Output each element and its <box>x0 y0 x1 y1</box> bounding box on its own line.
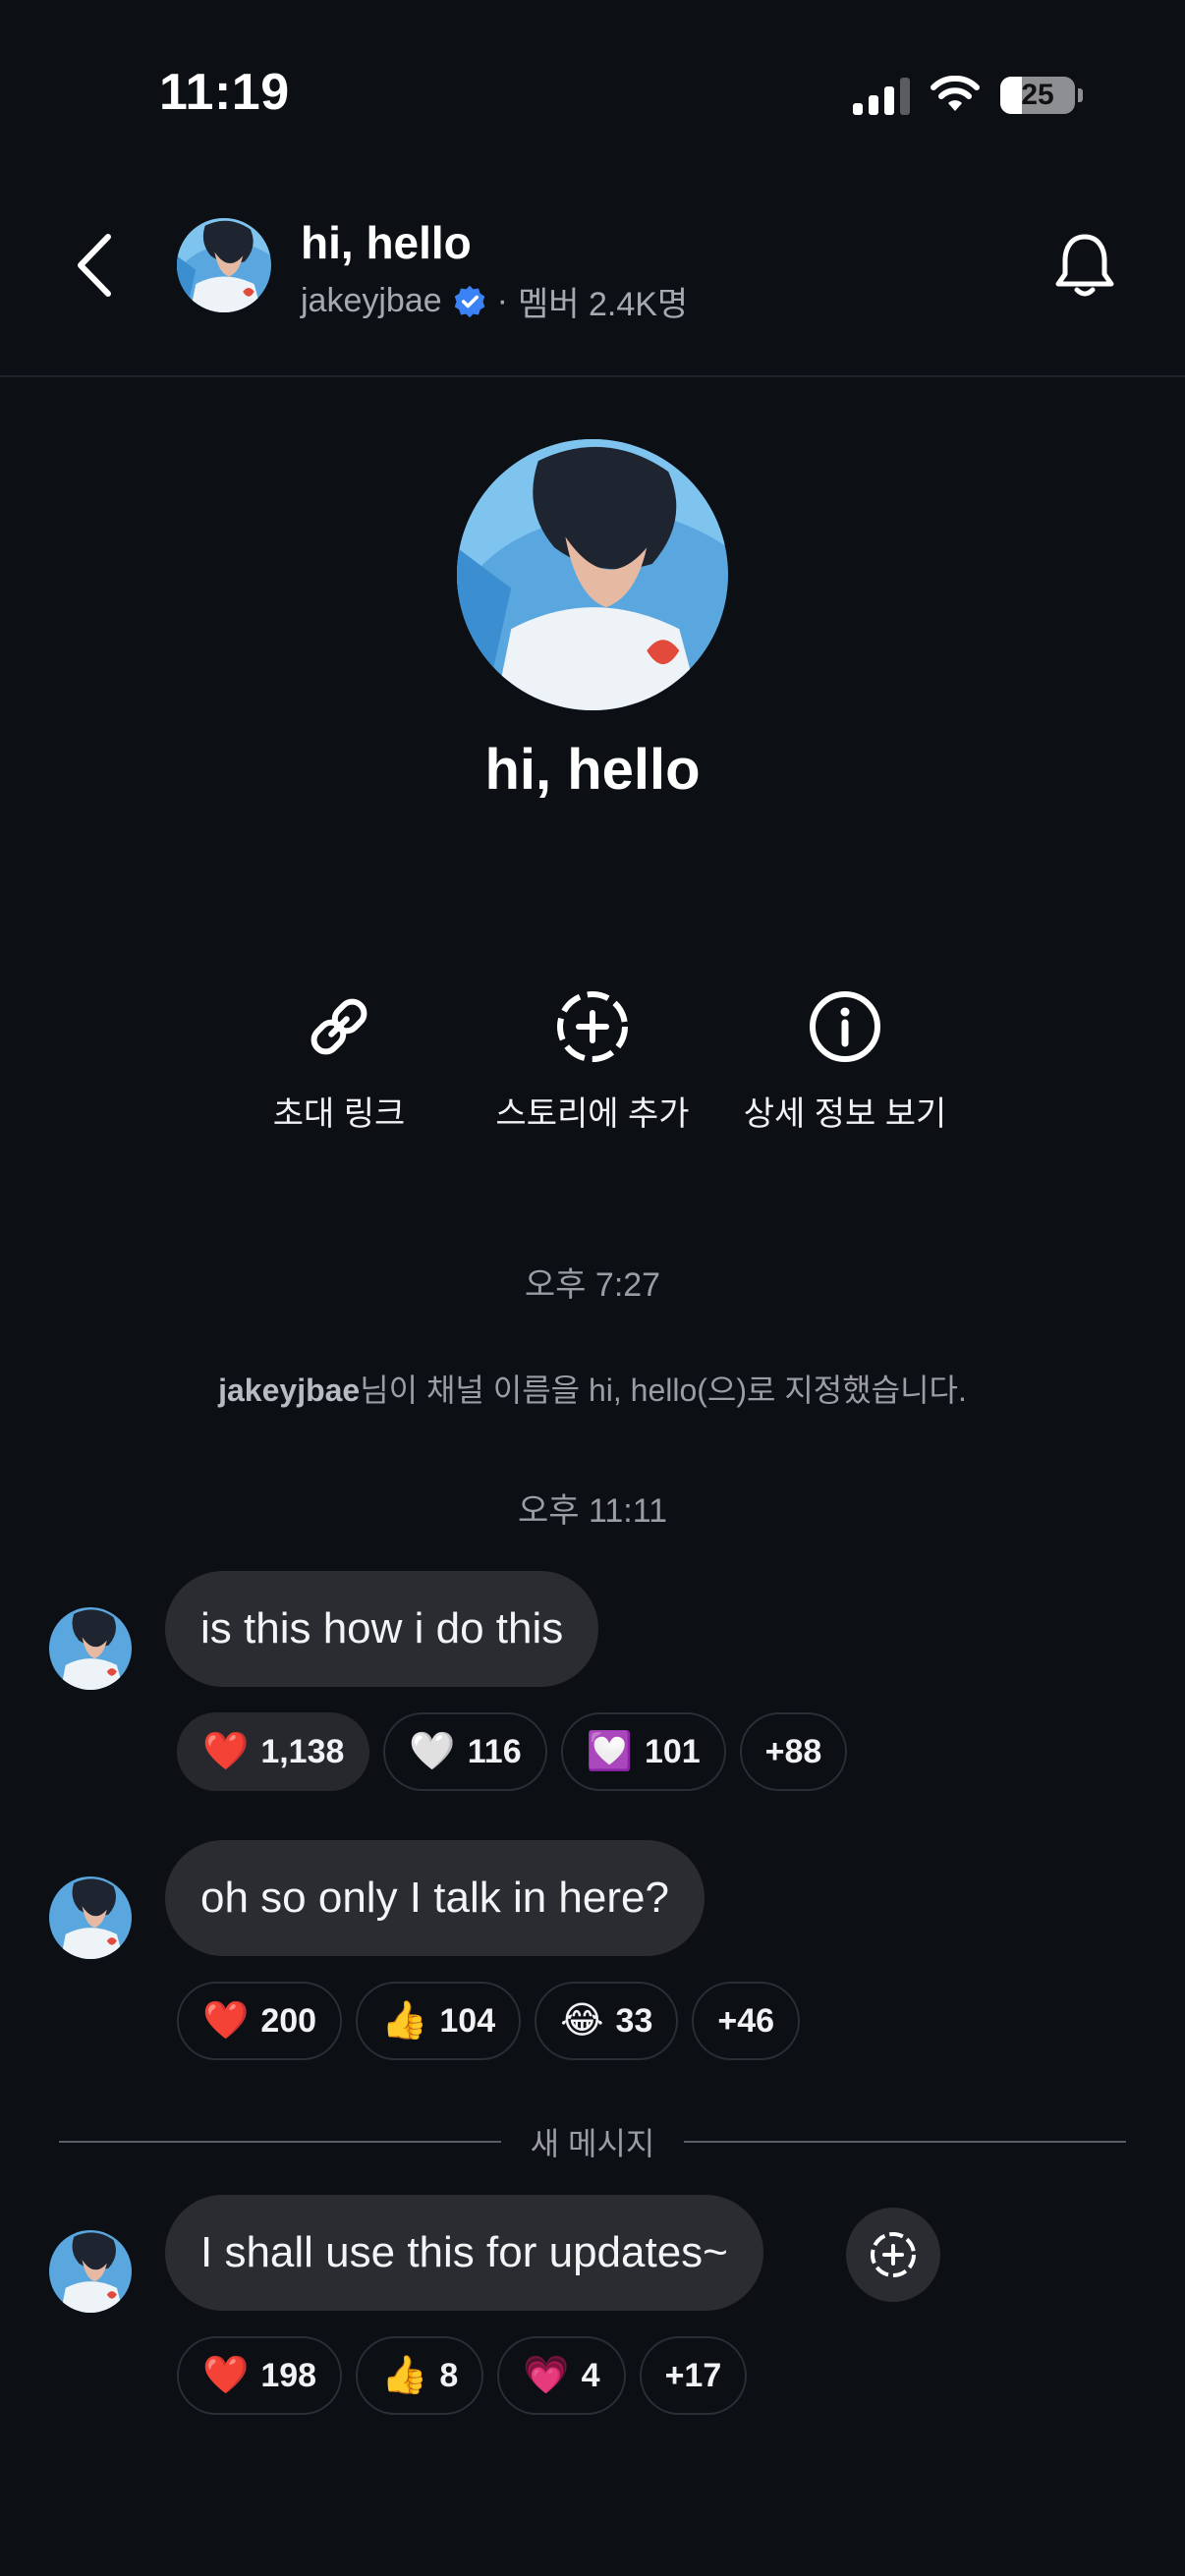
status-bar: 11:19 25 <box>0 0 1185 187</box>
reaction-row: ❤️ 198 👍 8 💗 4 +17 <box>177 2336 748 2415</box>
reaction-pink-heart[interactable]: 💗 4 <box>497 2336 626 2415</box>
subtitle-separator: · <box>496 282 508 319</box>
reaction-heart[interactable]: ❤️ 200 <box>177 1982 343 2060</box>
reaction-more-count: +46 <box>717 2001 775 2040</box>
reaction-laugh[interactable]: 😂 33 <box>535 1982 679 2060</box>
heart-icon: ❤️ <box>202 2355 250 2396</box>
message-bubble[interactable]: oh so only I talk in here? <box>165 1840 705 1956</box>
info-icon <box>810 991 880 1062</box>
add-reaction-button[interactable] <box>846 2208 940 2302</box>
heart-decoration-icon: 💟 <box>586 1731 633 1772</box>
view-details-button[interactable]: 상세 정보 보기 <box>727 982 963 1135</box>
reaction-thumbs-up[interactable]: 👍 8 <box>356 2336 484 2415</box>
reaction-row: ❤️ 200 👍 104 😂 33 +46 <box>177 1982 801 2060</box>
notifications-button[interactable] <box>1044 224 1126 307</box>
status-time: 11:19 <box>159 64 290 121</box>
verified-badge-icon <box>454 285 484 317</box>
reaction-more[interactable]: +46 <box>692 1982 801 2060</box>
sender-avatar[interactable] <box>49 2230 132 2313</box>
reaction-more-count: +17 <box>664 2356 722 2394</box>
add-reaction-icon <box>871 2232 916 2277</box>
status-icons: 25 <box>853 73 1083 118</box>
battery-percent: 25 <box>1021 79 1054 111</box>
channel-actions: 초대 링크 스토리에 추가 상세 정보 보기 <box>0 982 1185 1140</box>
reaction-count: 33 <box>615 2001 653 2040</box>
reaction-more[interactable]: +17 <box>639 2336 748 2415</box>
channel-subtitle: jakeyjbae · 멤버 2.4K명 <box>301 277 688 325</box>
action-label: 스토리에 추가 <box>495 1095 690 1133</box>
laughing-face-icon: 😂 <box>560 2000 604 2042</box>
message-text: oh so only I talk in here? <box>200 1874 669 1922</box>
back-button[interactable] <box>59 226 130 305</box>
reaction-row: ❤️ 1,138 🤍 116 💟 101 +88 <box>177 1712 848 1791</box>
thumbs-up-icon: 👍 <box>381 2000 428 2042</box>
reaction-more-count: +88 <box>764 1732 822 1770</box>
message-bubble[interactable]: I shall use this for updates~ <box>165 2195 763 2311</box>
avatar-photo-icon <box>49 1876 132 1959</box>
white-heart-icon: 🤍 <box>409 1731 456 1772</box>
cellular-signal-icon <box>853 76 910 115</box>
reaction-count: 200 <box>260 2001 317 2040</box>
timestamp: 오후 7:27 <box>524 1266 661 1304</box>
reaction-count: 116 <box>467 1732 522 1770</box>
reaction-count: 4 <box>581 2356 600 2394</box>
channel-title: hi, hello <box>301 217 472 268</box>
thumbs-up-icon: 👍 <box>381 2355 428 2396</box>
message-text: is this how i do this <box>200 1604 564 1652</box>
system-message-user: jakeyjbae <box>218 1372 361 1408</box>
reaction-heart-decoration[interactable]: 💟 101 <box>560 1712 726 1791</box>
heart-icon: ❤️ <box>202 2000 250 2042</box>
member-count: 멤버 2.4K명 <box>517 286 689 323</box>
timestamp: 오후 11:11 <box>517 1492 668 1530</box>
action-label: 초대 링크 <box>272 1095 406 1133</box>
reaction-white-heart[interactable]: 🤍 116 <box>383 1712 547 1791</box>
reaction-heart[interactable]: ❤️ 1,138 <box>177 1712 370 1791</box>
avatar-photo-icon <box>177 218 271 312</box>
reaction-count: 198 <box>260 2356 317 2394</box>
sender-avatar[interactable] <box>49 1607 132 1690</box>
channel-avatar[interactable] <box>177 218 271 312</box>
reaction-heart[interactable]: ❤️ 198 <box>177 2336 343 2415</box>
sender-avatar[interactable] <box>49 1876 132 1959</box>
avatar-photo-icon <box>49 2230 132 2313</box>
chevron-left-icon <box>78 234 111 297</box>
battery-icon: 25 <box>1000 77 1083 114</box>
avatar-photo-icon <box>457 439 728 710</box>
invite-link-button[interactable]: 초대 링크 <box>221 982 457 1135</box>
action-label: 상세 정보 보기 <box>743 1095 947 1133</box>
avatar-photo-icon <box>49 1607 132 1690</box>
reaction-more[interactable]: +88 <box>739 1712 848 1791</box>
message-bubble[interactable]: is this how i do this <box>165 1571 599 1687</box>
reaction-count: 104 <box>439 2001 496 2040</box>
reaction-count: 101 <box>644 1732 701 1770</box>
link-icon <box>310 998 367 1055</box>
channel-owner[interactable]: jakeyjbae <box>301 282 442 320</box>
heart-icon: ❤️ <box>202 1731 250 1772</box>
new-messages-divider: 새 메시지 <box>59 2122 1126 2161</box>
add-circle-dashed-icon <box>557 991 628 1062</box>
bell-icon <box>1055 234 1114 297</box>
reaction-count: 1,138 <box>260 1732 345 1770</box>
channel-name: hi, hello <box>484 738 701 802</box>
channel-profile-photo[interactable] <box>457 439 728 710</box>
system-message-text: 님이 채널 이름을 hi, hello(으)로 지정했습니다. <box>360 1372 967 1408</box>
wifi-icon <box>931 76 980 111</box>
pink-heart-icon: 💗 <box>523 2355 570 2396</box>
message-text: I shall use this for updates~ <box>200 2228 728 2276</box>
add-to-story-button[interactable]: 스토리에 추가 <box>475 982 710 1135</box>
reaction-count: 8 <box>439 2356 459 2394</box>
new-messages-label: 새 메시지 <box>530 2126 655 2161</box>
system-message: jakeyjbae님이 채널 이름을 hi, hello(으)로 지정했습니다. <box>0 1366 1185 1411</box>
chat-header: hi, hello jakeyjbae · 멤버 2.4K명 <box>0 187 1185 377</box>
reaction-thumbs-up[interactable]: 👍 104 <box>356 1982 522 2060</box>
